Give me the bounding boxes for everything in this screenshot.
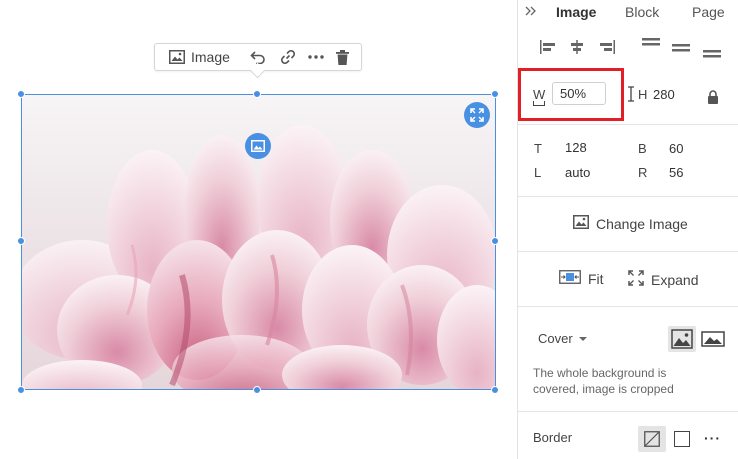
more-icon[interactable] (308, 55, 324, 59)
no-border-icon (644, 431, 660, 447)
image-icon (251, 140, 265, 152)
image-icon (671, 329, 693, 349)
tab-page[interactable]: Page (692, 4, 725, 20)
chevron-down-icon (578, 336, 587, 341)
align-right-icon[interactable] (597, 37, 617, 57)
link-icon[interactable] (280, 49, 296, 65)
fit-label: Fit (588, 270, 604, 287)
border-solid-option[interactable] (674, 431, 690, 447)
cover-mode-value: Cover (538, 331, 573, 346)
cover-mode-contain-option[interactable] (700, 329, 726, 349)
height-value[interactable]: 280 (653, 87, 675, 102)
height-label: H (638, 87, 648, 102)
align-bottom-icon[interactable] (702, 41, 722, 61)
collapse-panel-icon[interactable] (525, 4, 537, 20)
resize-handle-bottom-left[interactable] (17, 386, 25, 394)
width-scale-icon (533, 101, 545, 106)
image-icon (573, 215, 589, 232)
resize-handle-bottom-right[interactable] (491, 386, 499, 394)
tab-block[interactable]: Block (625, 4, 659, 20)
fullscreen-badge[interactable] (464, 102, 490, 128)
image-icon (701, 331, 725, 347)
align-center-icon[interactable] (567, 37, 587, 57)
undo-icon[interactable] (250, 50, 266, 64)
image-type-label: Image (191, 49, 230, 65)
resize-handle-left[interactable] (17, 237, 25, 245)
resize-handle-right[interactable] (491, 237, 499, 245)
top-label: T (534, 141, 542, 156)
bottom-value[interactable]: 60 (669, 141, 683, 156)
cover-mode-select[interactable]: Cover (538, 331, 587, 346)
expand-label: Expand (651, 271, 699, 288)
divider (518, 251, 738, 252)
align-left-icon[interactable] (538, 37, 558, 57)
right-value[interactable]: 56 (669, 165, 683, 180)
tab-image[interactable]: Image (556, 4, 596, 20)
left-value[interactable]: auto (565, 165, 590, 180)
resize-handle-bottom[interactable] (253, 386, 261, 394)
left-label: L (534, 165, 542, 180)
image-icon (169, 50, 185, 64)
height-scale-icon (628, 86, 634, 107)
border-none-option[interactable] (638, 426, 666, 452)
image-floating-toolbar: Image (154, 43, 362, 71)
align-top-icon[interactable] (641, 35, 661, 55)
resize-handle-top[interactable] (253, 90, 261, 98)
divider (518, 196, 738, 197)
replace-image-badge[interactable] (245, 133, 271, 159)
change-image-label: Change Image (596, 215, 688, 232)
align-middle-icon[interactable] (671, 38, 691, 58)
border-more-icon[interactable]: ··· (704, 430, 721, 446)
trash-icon[interactable] (335, 49, 349, 65)
width-label: W (533, 87, 546, 102)
divider (518, 411, 738, 412)
fit-button[interactable]: Fit (559, 270, 604, 287)
cover-mode-description: The whole background is covered, image i… (533, 366, 674, 396)
right-label: R (638, 165, 648, 180)
width-input[interactable] (552, 82, 606, 105)
top-value[interactable]: 128 (565, 140, 587, 155)
fit-icon (559, 270, 581, 287)
divider (518, 306, 738, 307)
lock-icon[interactable] (707, 90, 719, 109)
border-label: Border (533, 430, 573, 445)
change-image-button[interactable]: Change Image (573, 215, 688, 232)
expand-icon (628, 270, 644, 289)
cover-mode-fill-option[interactable] (668, 326, 696, 352)
editor-canvas: Image (0, 0, 517, 459)
divider (518, 124, 738, 125)
expand-button[interactable]: Expand (628, 270, 698, 289)
expand-icon (470, 108, 484, 122)
image-type-button[interactable]: Image (169, 49, 230, 65)
bottom-label: B (638, 141, 647, 156)
resize-handle-top-right[interactable] (491, 90, 499, 98)
resize-handle-top-left[interactable] (17, 90, 25, 98)
